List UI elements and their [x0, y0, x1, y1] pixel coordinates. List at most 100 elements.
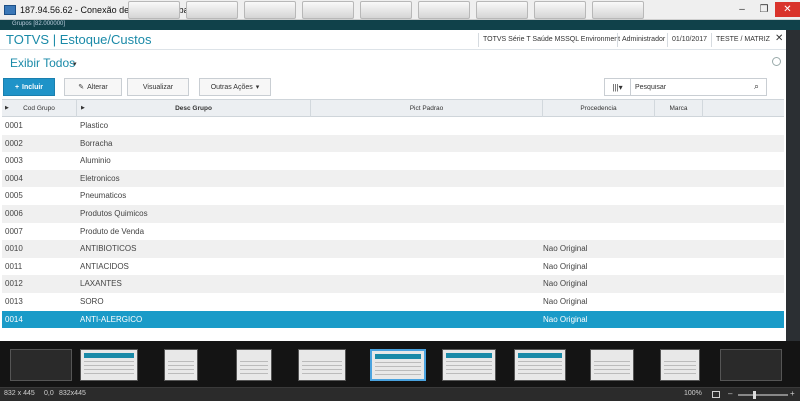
rdp-thumbnail[interactable] [360, 1, 412, 19]
date-label[interactable]: 01/10/2017 [672, 36, 707, 43]
header-divider [667, 33, 668, 47]
search-box: |||▾ ⌕ [604, 78, 767, 96]
table-row[interactable]: 0005 Pneumaticos [2, 187, 784, 205]
filmstrip-thumbnail[interactable] [590, 349, 634, 381]
filmstrip-thumbnail[interactable] [442, 349, 496, 381]
cell-desc-grupo: Eletronicos [80, 173, 120, 183]
cell-desc-grupo: ANTIACIDOS [80, 261, 129, 271]
rdp-title-bar: 187.94.56.62 - Conexão de Área de Trabal… [0, 0, 800, 20]
rdp-thumbnail[interactable] [534, 1, 586, 19]
grid-header: ▶ ▶ Cod Grupo Desc Grupo Pict Padrao Pro… [2, 99, 784, 117]
filmstrip-thumbnail[interactable] [720, 349, 782, 381]
cell-cod-grupo: 0014 [5, 314, 23, 324]
table-row[interactable]: 0003 Aluminio [2, 152, 784, 170]
zoom-in-icon[interactable]: + [790, 389, 795, 398]
plus-icon: + [14, 83, 20, 91]
table-row[interactable]: 0012 LAXANTES Nao Original [2, 275, 784, 293]
cell-procedencia: Nao Original [543, 314, 588, 324]
column-header-procedencia[interactable]: Procedencia [543, 100, 655, 117]
search-mode-selector[interactable]: |||▾ [605, 79, 631, 95]
user-label[interactable]: Administrador [622, 36, 665, 43]
rdp-thumbnail[interactable] [592, 1, 644, 19]
filmstrip-thumbnail[interactable] [660, 349, 700, 381]
totvs-app-window: TOTVS | Estoque/Custos TOTVS Série T Saú… [0, 30, 786, 341]
zoom-slider-handle[interactable] [753, 391, 756, 399]
pencil-icon: ✎ [78, 84, 85, 91]
table-row[interactable]: 0011 ANTIACIDOS Nao Original [2, 258, 784, 276]
status-size: 832x445 [59, 390, 86, 397]
zoom-out-icon[interactable]: – [728, 389, 732, 398]
outras-acoes-label: Outras Ações [210, 83, 253, 91]
rdp-thumbnail[interactable] [244, 1, 296, 19]
table-row[interactable]: 0002 Borracha [2, 134, 784, 153]
remote-desktop-edge [786, 30, 800, 341]
rdp-thumbnail[interactable] [302, 1, 354, 19]
cell-desc-grupo: ANTI-ALERGICO [80, 314, 143, 324]
table-row-selected[interactable]: 0014 ANTI-ALERGICO Nao Original [2, 310, 784, 329]
table-row[interactable]: 0013 SORO Nao Original [2, 293, 784, 311]
branch-label[interactable]: TESTE / MATRIZ [716, 36, 770, 43]
incluir-button[interactable]: + Incluir [3, 78, 55, 96]
filmstrip-thumbnail-selected[interactable] [370, 349, 426, 381]
cell-cod-grupo: 0005 [5, 191, 23, 201]
header-divider [711, 33, 712, 47]
cell-cod-grupo: 0006 [5, 208, 23, 218]
cell-cod-grupo: 0012 [5, 279, 23, 289]
rdp-thumbnail[interactable] [186, 1, 238, 19]
app-header: TOTVS | Estoque/Custos TOTVS Série T Saú… [0, 30, 786, 50]
remote-taskbar-strip: Grupos [82.000000] [0, 20, 800, 30]
status-bar: 832 x 445 0,0 832x445 100% – + [0, 387, 800, 401]
maximize-button[interactable]: ❐ [753, 2, 775, 17]
cell-cod-grupo: 0013 [5, 296, 23, 306]
column-header-marca[interactable]: Marca [655, 100, 703, 117]
cell-desc-grupo: Plastico [80, 121, 109, 130]
visualizar-label: Visualizar [142, 83, 174, 91]
cell-procedencia: Nao Original [543, 244, 588, 254]
cell-desc-grupo: Produto de Venda [80, 226, 145, 236]
alterar-button[interactable]: ✎ Alterar [64, 78, 122, 96]
window-filmstrip [0, 341, 800, 387]
view-title[interactable]: Exibir Todos [10, 56, 75, 70]
filmstrip-thumbnail[interactable] [80, 349, 138, 381]
table-row[interactable]: 0006 Produtos Quimicos [2, 204, 784, 223]
chevron-down-icon: ▾ [255, 84, 260, 91]
column-header-cod-grupo[interactable]: Cod Grupo [2, 100, 77, 117]
cell-desc-grupo: Borracha [80, 138, 113, 148]
cell-cod-grupo: 0004 [5, 173, 23, 183]
rdp-thumbnail[interactable] [476, 1, 528, 19]
rdp-thumbnail-bar [128, 1, 644, 19]
rdp-thumbnail[interactable] [128, 1, 180, 19]
gear-icon[interactable] [772, 57, 781, 66]
header-divider [478, 33, 479, 47]
minimize-button[interactable]: – [731, 2, 753, 17]
column-header-pict-padrao[interactable]: Pict Padrao [311, 100, 543, 117]
app-close-icon[interactable]: ✕ [775, 33, 783, 44]
rdp-thumbnail[interactable] [418, 1, 470, 19]
zoom-slider[interactable] [738, 394, 788, 396]
outras-acoes-button[interactable]: Outras Ações ▾ [199, 78, 271, 96]
cell-cod-grupo: 0001 [5, 121, 23, 130]
filmstrip-thumbnail[interactable] [164, 349, 198, 381]
table-row[interactable]: 0007 Produto de Venda [2, 223, 784, 241]
cell-cod-grupo: 0010 [5, 244, 23, 254]
search-input[interactable] [635, 81, 745, 93]
cell-procedencia: Nao Original [543, 296, 588, 306]
table-row[interactable]: 0010 ANTIBIOTICOS Nao Original [2, 240, 784, 258]
filmstrip-thumbnail[interactable] [514, 349, 566, 381]
cell-desc-grupo: Pneumaticos [80, 191, 127, 201]
search-icon[interactable]: ⌕ [754, 81, 759, 92]
grid-body: 0001 Plastico 0002 Borracha 0003 Aluminio 0004… [2, 117, 784, 329]
fit-screen-icon[interactable] [712, 391, 720, 398]
filmstrip-thumbnail[interactable] [298, 349, 346, 381]
cell-cod-grupo: 0002 [5, 138, 23, 148]
table-row[interactable]: 0001 Plastico [2, 117, 784, 135]
cell-procedencia: Nao Original [543, 279, 588, 289]
cell-cod-grupo: 0007 [5, 226, 23, 236]
visualizar-button[interactable]: Visualizar [127, 78, 189, 96]
column-header-desc-grupo[interactable]: Desc Grupo [77, 100, 311, 117]
table-row[interactable]: 0004 Eletronicos [2, 169, 784, 188]
filmstrip-thumbnail[interactable] [10, 349, 72, 381]
chevron-down-icon[interactable]: ▾ [73, 60, 77, 68]
close-window-button[interactable]: ✕ [775, 2, 800, 17]
filmstrip-thumbnail[interactable] [236, 349, 272, 381]
